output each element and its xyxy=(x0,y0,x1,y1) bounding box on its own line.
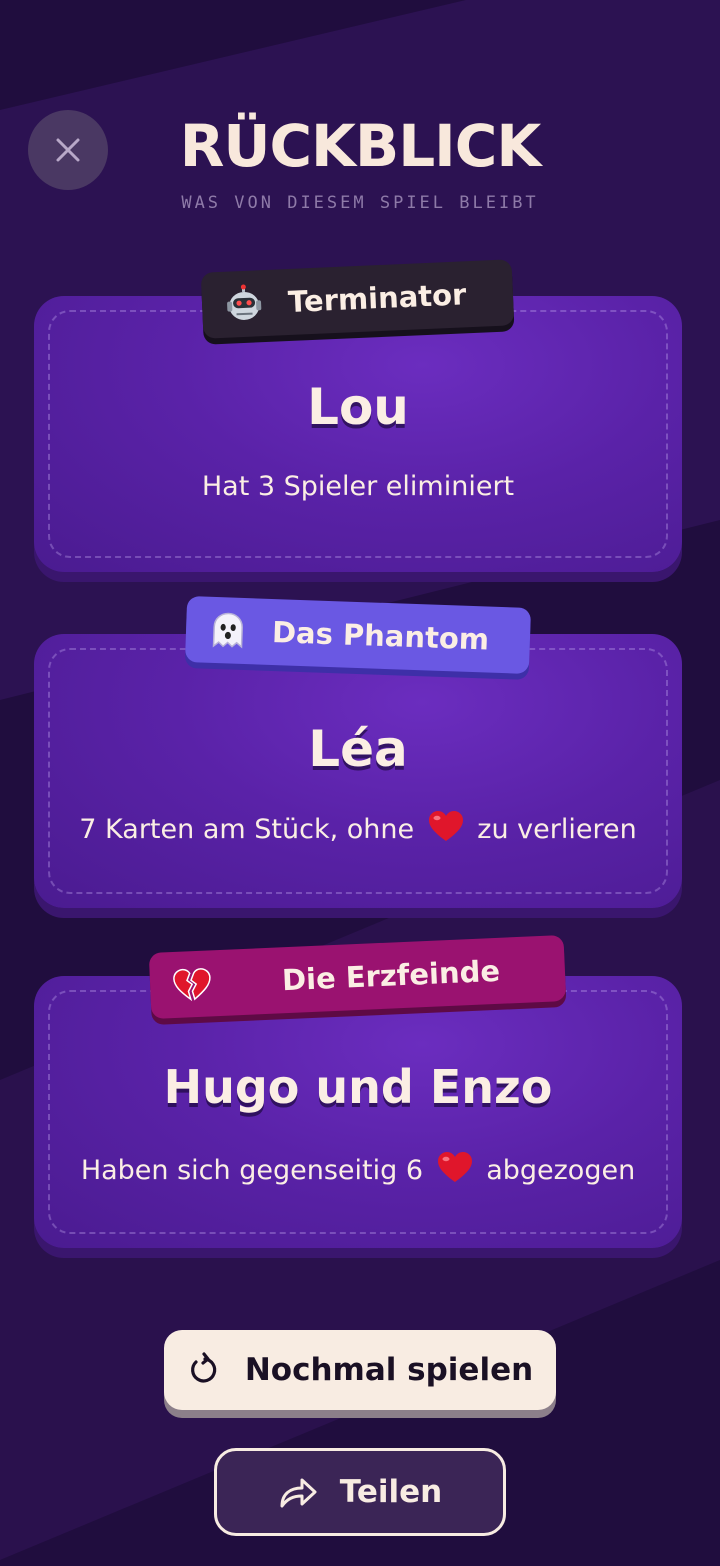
share-button[interactable]: Teilen xyxy=(214,1448,506,1536)
award-card-terminator: Lou Hat 3 Spieler eliminiert xyxy=(34,296,682,572)
robot-icon xyxy=(227,284,262,320)
player-name: Léa xyxy=(308,720,408,778)
badge-label: Die Erzfeinde xyxy=(281,953,501,998)
badge-terminator: Terminator xyxy=(200,259,515,339)
share-arrow-icon xyxy=(280,1478,317,1508)
broken-heart-icon xyxy=(173,968,211,1002)
ghost-icon xyxy=(212,612,243,649)
badge-das-phantom: Das Phantom xyxy=(184,596,532,674)
award-card-das-phantom: Léa 7 Karten am Stück, ohne zu verlieren xyxy=(34,634,682,908)
page-subtitle: WAS VON DIESEM SPIEL BLEIBT xyxy=(181,193,539,213)
award-card-die-erzfeinde: Hugo und Enzo Haben sich gegenseitig 6 a… xyxy=(34,976,682,1248)
page-title: RÜCKBLICK xyxy=(179,112,542,180)
player-name: Hugo und Enzo xyxy=(163,1060,553,1114)
badge-label: Das Phantom xyxy=(271,615,490,657)
play-again-button[interactable]: Nochmal spielen xyxy=(164,1330,556,1410)
restart-icon xyxy=(190,1352,217,1383)
heart-icon xyxy=(428,811,463,841)
award-description: Hat 3 Spieler eliminiert xyxy=(201,471,515,502)
player-name: Lou xyxy=(307,378,409,436)
award-description: Haben sich gegenseitig 6 abgezogen xyxy=(34,1150,682,1186)
badge-label: Terminator xyxy=(287,277,468,320)
heart-icon xyxy=(437,1152,472,1182)
share-label: Teilen xyxy=(339,1474,443,1510)
play-again-label: Nochmal spielen xyxy=(244,1352,534,1388)
award-description: 7 Karten am Stück, ohne zu verlieren xyxy=(34,809,682,845)
